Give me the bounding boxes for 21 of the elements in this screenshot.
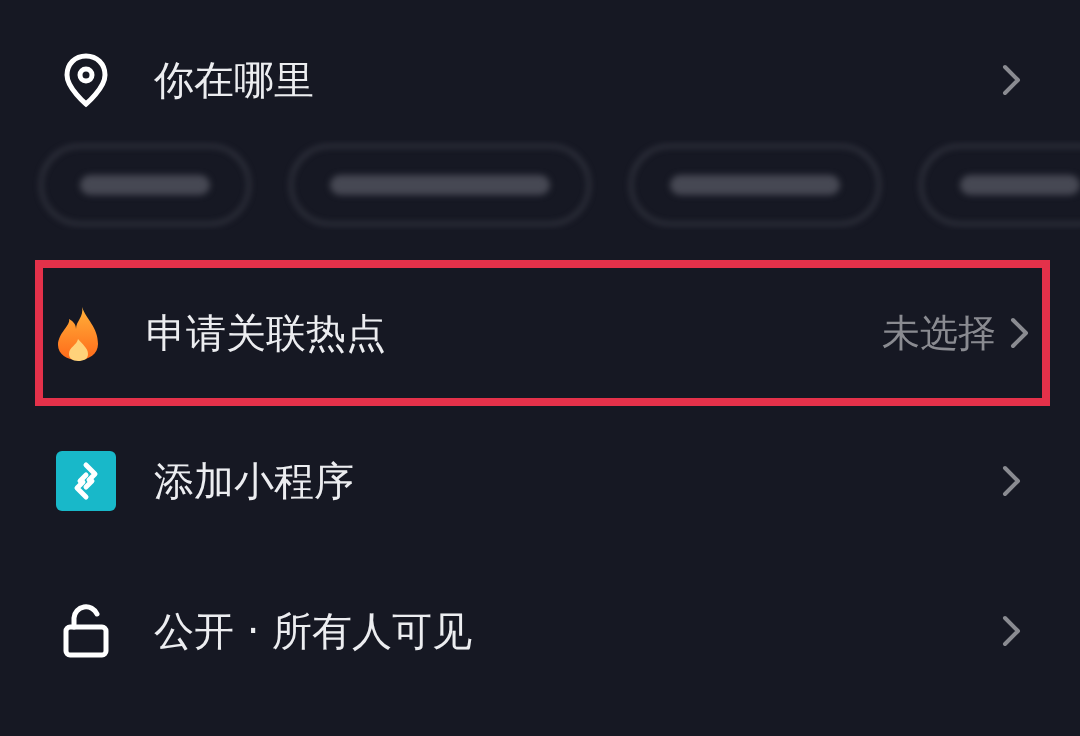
- link-app-icon: [56, 451, 116, 511]
- settings-row[interactable]: 申请关联热点 未选择: [35, 260, 1050, 406]
- settings-row[interactable]: 公开 · 所有人可见: [0, 556, 1080, 706]
- suggestion-chip[interactable]: [290, 145, 590, 225]
- chevron-right-icon: [1002, 64, 1022, 96]
- settings-row[interactable]: 你在哪里: [0, 0, 1080, 160]
- row-label: 你在哪里: [154, 55, 315, 105]
- location-pin-icon: [62, 52, 110, 108]
- suggestion-chip[interactable]: [40, 145, 250, 225]
- row-label: 公开 · 所有人可见: [154, 606, 474, 656]
- flame-icon: [56, 305, 100, 361]
- suggestion-chip[interactable]: [630, 145, 880, 225]
- row-label: 添加小程序: [154, 456, 355, 506]
- row-value: 未选择: [882, 309, 996, 357]
- row-label: 申请关联热点: [146, 308, 387, 358]
- chevron-right-icon: [1002, 465, 1022, 497]
- settings-row[interactable]: 添加小程序: [0, 406, 1080, 556]
- unlocked-padlock-icon: [62, 603, 110, 659]
- chevron-right-icon: [1002, 615, 1022, 647]
- suggestion-chip[interactable]: [920, 145, 1080, 225]
- chevron-right-icon: [1010, 317, 1030, 349]
